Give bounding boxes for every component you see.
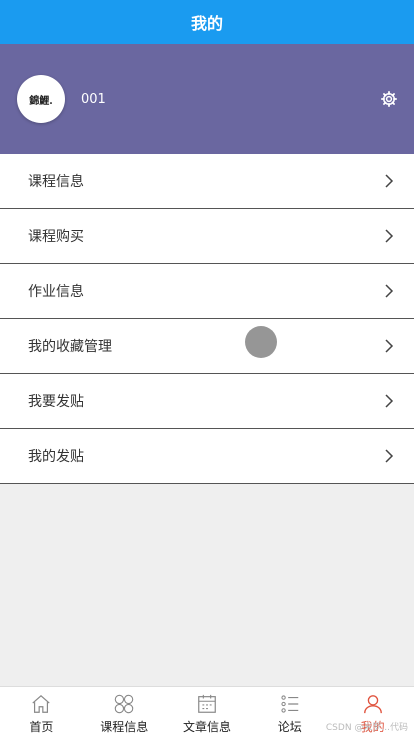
- chevron-right-icon: [385, 174, 394, 188]
- username: 001: [81, 91, 106, 107]
- chevron-right-icon: [385, 394, 394, 408]
- touch-indicator: [245, 326, 277, 358]
- list-icon: [281, 695, 299, 713]
- tab-home[interactable]: 首页: [0, 687, 83, 738]
- page-title: 我的: [190, 14, 223, 33]
- user-icon: [363, 695, 382, 714]
- chevron-right-icon: [385, 339, 394, 353]
- tab-label: 论坛: [277, 720, 302, 734]
- tab-forum[interactable]: 论坛: [248, 687, 331, 738]
- chevron-right-icon: [385, 284, 394, 298]
- watermark: CSDN @米罗...代码: [325, 723, 408, 733]
- home-icon: [32, 694, 51, 713]
- menu-item-label: 我的发贴: [28, 449, 84, 465]
- calendar-icon: [198, 694, 216, 713]
- top-bar: 我的: [0, 0, 414, 44]
- chevron-right-icon: [385, 229, 394, 243]
- menu-item-course-info[interactable]: 课程信息: [0, 154, 414, 209]
- profile-header: 錦鯉. 001: [0, 44, 414, 154]
- tab-course-info[interactable]: 课程信息: [83, 687, 166, 738]
- menu-item-label: 我的收藏管理: [28, 339, 112, 355]
- gear-icon[interactable]: [380, 90, 398, 108]
- menu-list: 课程信息 课程购买 作业信息 我的收藏管理 我要发贴 我的发贴: [0, 154, 414, 484]
- menu-item-label: 我要发贴: [28, 394, 84, 410]
- tab-label: 课程信息: [100, 720, 149, 734]
- menu-item-favorites[interactable]: 我的收藏管理: [0, 319, 414, 374]
- menu-item-my-posts[interactable]: 我的发贴: [0, 429, 414, 484]
- avatar-text: 錦鯉.: [29, 95, 53, 107]
- tab-label: 文章信息: [182, 720, 231, 734]
- clover-icon: [114, 694, 134, 714]
- tab-article-info[interactable]: 文章信息: [166, 687, 249, 738]
- menu-item-homework-info[interactable]: 作业信息: [0, 264, 414, 319]
- menu-item-new-post[interactable]: 我要发贴: [0, 374, 414, 429]
- menu-item-label: 课程信息: [28, 174, 84, 190]
- chevron-right-icon: [385, 449, 394, 463]
- avatar[interactable]: 錦鯉.: [17, 75, 65, 123]
- menu-item-label: 课程购买: [28, 229, 84, 245]
- menu-item-course-purchase[interactable]: 课程购买: [0, 209, 414, 264]
- tab-label: 首页: [29, 720, 54, 734]
- menu-item-label: 作业信息: [28, 284, 84, 300]
